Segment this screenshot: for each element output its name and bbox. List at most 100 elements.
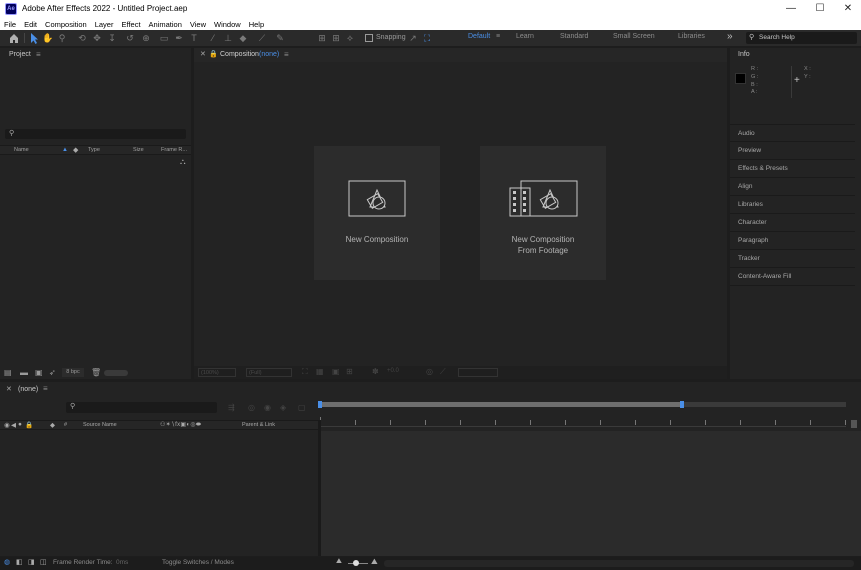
lock-icon[interactable]: 🔒 — [25, 421, 33, 429]
menu-file[interactable]: File — [0, 20, 20, 29]
audio-toggle-icon[interactable]: ◀ — [11, 421, 16, 429]
label-tag-icon[interactable]: ◆ — [73, 146, 78, 154]
time-navigator[interactable] — [318, 401, 846, 408]
graph-editor-icon[interactable]: ▢ — [298, 403, 306, 412]
solo-toggle-icon[interactable]: ● — [18, 421, 22, 428]
panel-effects-presets[interactable]: Effects & Presets — [730, 160, 855, 178]
puppet-pin-icon[interactable]: ✎ — [274, 32, 286, 44]
new-composition-from-footage-card[interactable]: New Composition From Footage — [480, 146, 606, 280]
guides-icon[interactable]: ⊞ — [346, 367, 353, 376]
column-parent-link[interactable]: Parent & Link — [242, 422, 275, 428]
new-composition-card[interactable]: New Composition — [314, 146, 440, 280]
timeline-tab-label[interactable]: (none) — [18, 386, 38, 393]
show-snapshot-icon[interactable]: ⟋ — [440, 367, 446, 377]
local-axis-icon[interactable]: ⊞ — [316, 32, 328, 44]
zoom-slider-handle[interactable] — [353, 560, 359, 566]
panel-tracker[interactable]: Tracker — [730, 250, 855, 268]
menu-composition[interactable]: Composition — [41, 20, 91, 29]
project-panel-title[interactable]: Project — [9, 51, 31, 58]
zoom-in-icon[interactable]: ⛰ — [371, 557, 378, 567]
pen-tool-icon[interactable]: ✒ — [173, 32, 185, 44]
pan-camera-icon[interactable]: ✥ — [91, 32, 103, 44]
new-composition-icon[interactable]: ▣ — [35, 368, 43, 377]
snap-options-icon[interactable]: ↗ — [407, 32, 419, 44]
toggle-switches-modes[interactable]: Toggle Switches / Modes — [162, 559, 234, 566]
column-frame-rate[interactable]: Frame R... — [161, 147, 187, 153]
switches-icon[interactable]: ⚇✶∖fx▣◐◎⬬ — [160, 421, 201, 429]
project-search-input[interactable]: ⚲ — [5, 129, 186, 139]
snap-target-icon[interactable]: ⛶ — [421, 32, 433, 44]
panel-character[interactable]: Character — [730, 214, 855, 232]
menu-help[interactable]: Help — [245, 20, 268, 29]
magnification-dropdown[interactable]: (100%) — [198, 368, 236, 377]
clone-stamp-icon[interactable]: ⊥ — [222, 32, 234, 44]
draft-3d-icon[interactable]: ◎ — [248, 403, 255, 412]
composition-tab-label[interactable]: Composition — [220, 51, 259, 58]
home-icon[interactable] — [8, 32, 20, 44]
menu-view[interactable]: View — [186, 20, 210, 29]
transparency-grid-icon[interactable]: ▦ — [316, 367, 324, 376]
mask-visibility-icon[interactable]: ▣ — [332, 367, 340, 376]
bit-depth-button[interactable]: 8 bpc — [62, 368, 84, 377]
panel-menu-icon[interactable]: ≡ — [43, 384, 48, 393]
zoom-out-icon[interactable]: ⛰ — [336, 558, 342, 566]
pan-behind-icon[interactable]: ⊕ — [140, 32, 152, 44]
channel-icon[interactable]: ✽ — [372, 367, 379, 376]
minimize-button[interactable]: — — [776, 0, 806, 18]
eraser-tool-icon[interactable]: ◆ — [237, 32, 249, 44]
close-tab-icon[interactable]: ✕ — [6, 385, 12, 393]
expand-modes-icon[interactable]: ◨ — [28, 558, 35, 566]
time-ruler[interactable] — [320, 415, 846, 427]
search-help-field[interactable]: ⚲ Search Help — [746, 32, 857, 44]
workspace-overflow-icon[interactable]: » — [727, 31, 733, 42]
rectangle-tool-icon[interactable]: ▭ — [158, 32, 170, 44]
roto-brush-icon[interactable]: ⟋ — [256, 32, 268, 44]
work-area-bar[interactable] — [320, 402, 682, 407]
region-of-interest-icon[interactable]: ⛶ — [302, 367, 308, 377]
timeline-search-input[interactable]: ⚲ — [66, 402, 217, 413]
panel-menu-icon[interactable]: ≡ — [36, 50, 41, 59]
resolution-dropdown[interactable]: (Full) — [246, 368, 292, 377]
layer-number-icon[interactable]: # — [64, 422, 67, 428]
workspace-default[interactable]: Default — [468, 33, 490, 40]
workspace-standard[interactable]: Standard — [560, 33, 588, 40]
panel-menu-icon[interactable]: ≡ — [284, 50, 289, 59]
label-tag-icon[interactable]: ◆ — [50, 421, 55, 429]
view-axis-icon[interactable]: ⟡ — [344, 32, 356, 44]
composition-tab-value[interactable]: (none) — [259, 51, 279, 58]
workspace-learn[interactable]: Learn — [516, 33, 534, 40]
orbit-camera-icon[interactable]: ⟲ — [76, 32, 88, 44]
close-tab-icon[interactable]: ✕ — [200, 50, 206, 58]
frame-blending-icon[interactable]: ◈ — [280, 403, 286, 412]
expand-stretch-icon[interactable]: ◫ — [40, 558, 47, 566]
zoom-tool-icon[interactable]: ⚲ — [56, 32, 68, 44]
selection-tool-icon[interactable] — [28, 32, 40, 44]
workspace-libraries[interactable]: Libraries — [678, 33, 705, 40]
render-icon[interactable]: ◍ — [4, 558, 10, 566]
column-size[interactable]: Size — [133, 147, 144, 153]
interpret-footage-icon[interactable]: ▤ — [4, 368, 12, 377]
menu-layer[interactable]: Layer — [91, 20, 118, 29]
menu-animation[interactable]: Animation — [145, 20, 186, 29]
snapping-checkbox[interactable] — [365, 34, 373, 42]
timeline-scroll-handle[interactable] — [851, 420, 857, 428]
timeline-horizontal-scrollbar[interactable] — [384, 560, 854, 567]
thumbnail-slider[interactable] — [104, 370, 128, 376]
info-panel-title[interactable]: Info — [738, 51, 750, 58]
panel-content-aware-fill[interactable]: Content-Aware Fill — [730, 268, 855, 286]
world-axis-icon[interactable]: ⊞ — [330, 32, 342, 44]
panel-preview[interactable]: Preview — [730, 142, 855, 160]
workspace-menu-icon[interactable]: ≡ — [496, 33, 500, 40]
type-tool-icon[interactable]: T — [188, 32, 200, 44]
flowchart-icon[interactable]: ⛬ — [180, 157, 186, 167]
lock-icon[interactable]: 🔒 — [209, 50, 218, 58]
panel-align[interactable]: Align — [730, 178, 855, 196]
panel-audio[interactable]: Audio — [730, 124, 855, 142]
column-type[interactable]: Type — [88, 147, 100, 153]
expand-switches-icon[interactable]: ◧ — [16, 558, 23, 566]
view-dropdown[interactable] — [458, 368, 498, 377]
snapshot-icon[interactable]: ◎ — [426, 367, 433, 376]
navigator-start-handle[interactable] — [318, 401, 322, 408]
navigator-end-handle[interactable] — [680, 401, 684, 408]
exposure-value[interactable]: +0.0 — [387, 368, 399, 374]
